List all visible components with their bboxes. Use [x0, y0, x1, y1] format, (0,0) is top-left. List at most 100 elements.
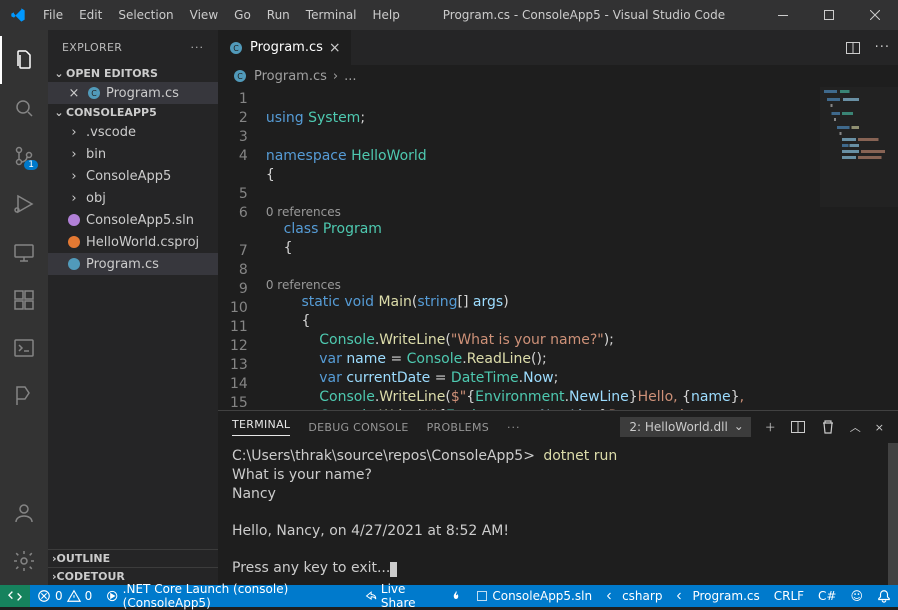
- tree-label: HelloWorld.csproj: [86, 235, 199, 250]
- editor-area: C Program.cs × ··· C Program.cs › ... 12…: [218, 30, 898, 585]
- project-header[interactable]: ⌄ CONSOLEAPP5: [48, 104, 218, 121]
- activity-explorer[interactable]: [0, 36, 48, 84]
- editor-more-icon[interactable]: ···: [875, 40, 890, 56]
- status-solution[interactable]: ConsoleApp5.sln: [469, 589, 599, 603]
- maximize-button[interactable]: [806, 0, 852, 30]
- terminal-selector[interactable]: 2: HelloWorld.dll: [620, 417, 750, 437]
- outline-header[interactable]: ›OUTLINE: [48, 549, 218, 567]
- tree-file[interactable]: ConsoleApp5.sln: [48, 209, 218, 231]
- new-terminal-icon[interactable]: ＋: [765, 419, 776, 435]
- svg-text:C: C: [237, 72, 243, 81]
- status-language[interactable]: C#: [811, 589, 843, 603]
- close-icon[interactable]: ×: [66, 86, 82, 101]
- breadcrumb-file: Program.cs: [254, 69, 327, 84]
- tree-label: .vscode: [86, 125, 136, 140]
- minimap[interactable]: [820, 87, 898, 207]
- terminal-scrollbar[interactable]: [888, 443, 898, 585]
- status-bar: 0 0 .NET Core Launch (console) (ConsoleA…: [0, 585, 898, 607]
- activity-remote-explorer[interactable]: [0, 228, 48, 276]
- split-editor-icon[interactable]: [845, 40, 861, 56]
- menu-view[interactable]: View: [182, 8, 226, 22]
- explorer-more-icon[interactable]: ···: [191, 41, 205, 54]
- menu-run[interactable]: Run: [259, 8, 298, 22]
- editor-tab[interactable]: C Program.cs ×: [218, 30, 352, 65]
- tab-close-icon[interactable]: ×: [329, 40, 341, 56]
- chevron-right-icon: ›: [66, 169, 82, 184]
- panel-tab-terminal[interactable]: TERMINAL: [232, 418, 290, 436]
- codelens-references[interactable]: 0 references: [266, 277, 898, 293]
- activity-extensions[interactable]: [0, 276, 48, 324]
- editor-body[interactable]: 1234 56 789101112131415 using System; na…: [218, 87, 898, 410]
- csharp-file-icon: C: [232, 68, 248, 84]
- file-icon: [66, 234, 82, 250]
- menu-go[interactable]: Go: [226, 8, 259, 22]
- csharp-file-icon: C: [228, 40, 244, 56]
- status-problems[interactable]: 0 0: [30, 585, 99, 607]
- status-remote[interactable]: [0, 585, 30, 607]
- status-debug-config[interactable]: .NET Core Launch (console) (ConsoleApp5): [99, 585, 357, 607]
- tree-file[interactable]: HelloWorld.csproj: [48, 231, 218, 253]
- tab-bar: C Program.cs × ···: [218, 30, 898, 65]
- menu-selection[interactable]: Selection: [110, 8, 181, 22]
- file-tree: ›.vscode › bin › ConsoleApp5 ›objConsoleApp5.…: [48, 121, 218, 275]
- editor-actions: ···: [845, 40, 898, 56]
- tree-label: bin: [86, 147, 106, 162]
- title-bar: File Edit Selection View Go Run Terminal…: [0, 0, 898, 30]
- file-icon: [66, 212, 82, 228]
- explorer-sidebar: EXPLORER ··· ⌄ OPEN EDITORS × C Program.…: [48, 30, 218, 585]
- scm-badge: 1: [24, 160, 38, 170]
- open-editors-header[interactable]: ⌄ OPEN EDITORS: [48, 65, 218, 82]
- tree-label: obj: [86, 191, 106, 206]
- activity-bar: 1: [0, 30, 48, 585]
- tree-file[interactable]: Program.cs: [48, 253, 218, 275]
- tree-folder[interactable]: ›.vscode: [48, 121, 218, 143]
- activity-terminal-icon[interactable]: [0, 324, 48, 372]
- panel-close-icon[interactable]: ×: [875, 421, 884, 434]
- status-eol[interactable]: CRLF: [767, 589, 811, 603]
- tree-label: ConsoleApp5: [86, 169, 171, 184]
- split-terminal-icon[interactable]: [790, 419, 806, 435]
- status-flame[interactable]: [443, 589, 469, 603]
- menu-file[interactable]: File: [35, 8, 71, 22]
- line-gutter: 1234 56 789101112131415: [218, 87, 266, 410]
- chevron-down-icon: ⌄: [52, 106, 66, 119]
- panel-tab-problems[interactable]: PROBLEMS: [427, 421, 489, 434]
- open-editor-item[interactable]: × C Program.cs: [48, 82, 218, 104]
- close-button[interactable]: [852, 0, 898, 30]
- activity-source-control[interactable]: 1: [0, 132, 48, 180]
- activity-settings[interactable]: [0, 537, 48, 585]
- breadcrumb[interactable]: C Program.cs › ...: [218, 65, 898, 87]
- panel-maximize-icon[interactable]: ︿: [850, 419, 861, 435]
- status-feedback-icon[interactable]: ☺: [843, 589, 870, 603]
- explorer-title: EXPLORER: [62, 41, 122, 54]
- menu-terminal[interactable]: Terminal: [298, 8, 365, 22]
- menu-help[interactable]: Help: [365, 8, 408, 22]
- code-content[interactable]: using System; namespace HelloWorld { 0 r…: [266, 87, 898, 410]
- outline-label: OUTLINE: [57, 552, 111, 565]
- chevron-right-icon: ›: [66, 147, 82, 162]
- minimize-button[interactable]: [760, 0, 806, 30]
- open-editors-label: OPEN EDITORS: [66, 67, 158, 80]
- status-csharp[interactable]: csharp: [599, 589, 669, 603]
- kill-terminal-icon[interactable]: [820, 419, 836, 435]
- activity-account[interactable]: [0, 489, 48, 537]
- csharp-file-icon: C: [86, 85, 102, 101]
- status-active-file[interactable]: Program.cs: [669, 589, 766, 603]
- panel-more-icon[interactable]: ···: [507, 421, 521, 434]
- tree-folder[interactable]: › bin: [48, 143, 218, 165]
- menu-edit[interactable]: Edit: [71, 8, 110, 22]
- activity-codetour-icon[interactable]: [0, 372, 48, 420]
- codelens-references[interactable]: 0 references: [266, 204, 898, 220]
- tree-folder[interactable]: › ConsoleApp5: [48, 165, 218, 187]
- panel-tab-debug-console[interactable]: DEBUG CONSOLE: [308, 421, 408, 434]
- status-live-share[interactable]: Live Share: [358, 585, 444, 607]
- activity-search[interactable]: [0, 84, 48, 132]
- codetour-label: CODETOUR: [57, 570, 125, 583]
- status-notifications-icon[interactable]: [870, 589, 898, 603]
- open-editor-name: Program.cs: [106, 86, 179, 101]
- tree-folder[interactable]: ›obj: [48, 187, 218, 209]
- file-icon: [66, 256, 82, 272]
- explorer-header: EXPLORER ···: [48, 30, 218, 65]
- terminal-content[interactable]: C:\Users\thrak\source\repos\ConsoleApp5>…: [218, 443, 898, 585]
- activity-run-debug[interactable]: [0, 180, 48, 228]
